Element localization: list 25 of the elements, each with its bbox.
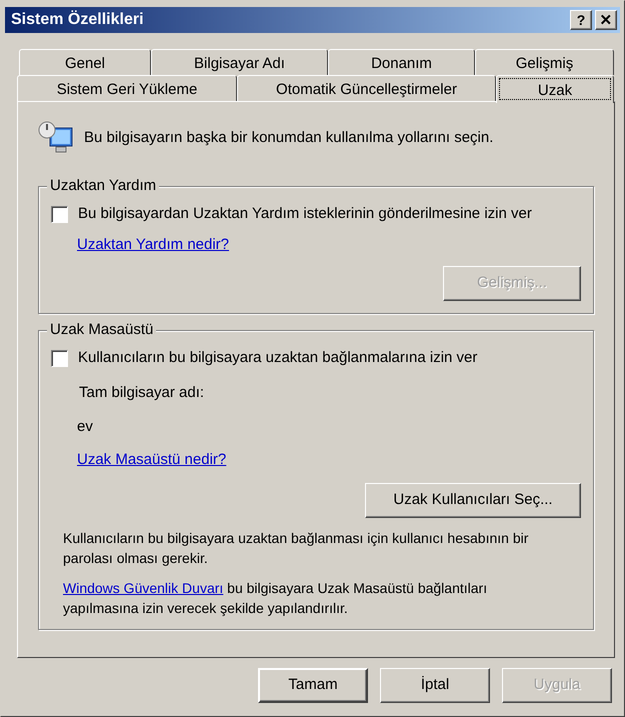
checkbox[interactable] (51, 206, 68, 223)
firewall-link[interactable]: Windows Güvenlik Duvarı (63, 580, 224, 596)
checkbox[interactable] (51, 350, 68, 367)
firewall-text: Windows Güvenlik Duvarı bu bilgisayara Uzak Masaüstü bağlantıları yapılmasına izin verecek şekilde yapılandırılır. (63, 579, 488, 618)
note-text: Kullanıcıların bu bilgisayara uzaktan bağlanması için kullanıcı hesabının bir parolası olması gerekir. (63, 529, 530, 568)
tab[interactable]: Donanım (328, 49, 475, 75)
help-button[interactable]: ? (570, 10, 592, 30)
dialog-button[interactable]: İptal (380, 668, 490, 703)
window-title: Sistem Özellikleri (11, 9, 144, 30)
help-link[interactable]: Uzak Masaüstü nedir? (77, 448, 226, 471)
checkbox-label: Kullanıcıların bu bilgisayara uzaktan bağlanmalarına izin ver (78, 348, 478, 368)
tab[interactable]: Bilgisayar Adı (151, 49, 328, 75)
select-users-button[interactable]: Uzak Kullanıcıları Seç... (365, 483, 581, 518)
tab[interactable]: Genel (19, 49, 151, 75)
close-button[interactable]: ✕ (595, 10, 617, 30)
dialog-button[interactable]: Tamam (258, 668, 368, 703)
tab[interactable]: Sistem Geri Yükleme (17, 75, 237, 101)
tab[interactable]: Uzak (496, 75, 614, 103)
computer-name: ev (77, 417, 93, 437)
checkbox-label: Bu bilgisayardan Uzaktan Yardım isteklerinin gönderilmesine izin ver (78, 204, 532, 224)
tab[interactable]: Gelişmiş (475, 49, 614, 75)
intro-text: Bu bilgisayarın başka bir konumdan kullanılma yollarını seçin. (84, 128, 494, 148)
tab[interactable]: Otomatik Güncelleştirmeler (237, 75, 496, 101)
help-link[interactable]: Uzaktan Yardım nedir? (77, 234, 230, 256)
computer-name-label: Tam bilgisayar adı: (79, 382, 204, 402)
